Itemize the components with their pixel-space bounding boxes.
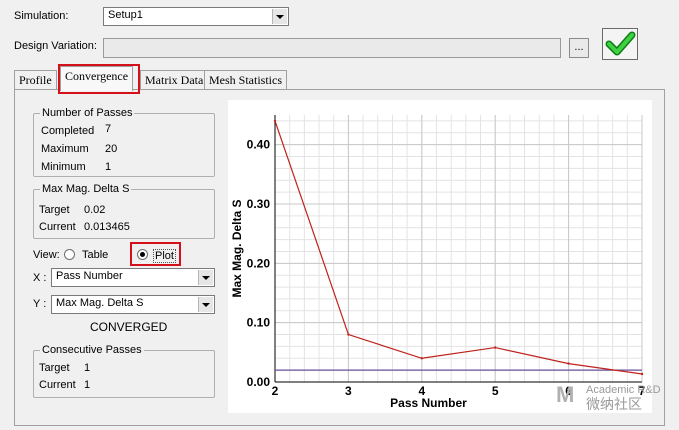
consecutive-passes-group: Consecutive Passes Target 1 Current 1: [33, 344, 215, 398]
y-axis-select[interactable]: Max Mag. Delta S: [51, 295, 215, 314]
x-axis-label: X :: [33, 272, 47, 284]
completed-value: 7: [105, 123, 112, 135]
y-axis-label: Y :: [33, 298, 47, 310]
target-label: Target: [39, 362, 70, 374]
y-tick-label: 0.00: [247, 375, 271, 389]
delta-s-group: Max Mag. Delta S Target 0.02 Current 0.0…: [33, 183, 215, 239]
chevron-down-icon[interactable]: [198, 270, 213, 285]
browse-button[interactable]: ...: [569, 38, 589, 58]
current-label: Current: [39, 379, 76, 391]
chevron-down-icon[interactable]: [198, 297, 213, 312]
convergence-plot: 2 3 4 5 6 7 0.00 0.10 0.20 0.30 0.40 Pass Number Max…: [228, 100, 652, 413]
tab-profile[interactable]: Profile: [14, 70, 57, 89]
y-axis-title: Max Mag. Delta S: [230, 199, 244, 297]
data-point: [640, 372, 644, 376]
maximum-label: Maximum: [41, 143, 89, 155]
data-point: [347, 333, 350, 336]
current-value: 0.013465: [84, 221, 130, 233]
current-label: Current: [39, 221, 76, 233]
simulation-select[interactable]: Setup1: [103, 7, 289, 26]
data-point: [494, 346, 497, 349]
y-tick-label: 0.20: [247, 256, 271, 270]
watermark-line2: 微纳社区: [586, 396, 642, 412]
checkmark-icon: [605, 31, 636, 56]
check-button[interactable]: [602, 28, 638, 60]
minimum-label: Minimum: [41, 161, 86, 173]
y-tick-label: 0.30: [247, 197, 271, 211]
convergence-status: CONVERGED: [90, 320, 168, 334]
plot-radio-label[interactable]: Plot: [153, 249, 176, 263]
tab-convergence[interactable]: Convergence: [60, 66, 134, 91]
watermark-logo: M: [556, 382, 575, 407]
tab-mesh-statistics[interactable]: Mesh Statistics: [204, 70, 288, 89]
group-title: Max Mag. Delta S: [40, 183, 132, 195]
group-title: Consecutive Passes: [40, 344, 144, 356]
data-point: [420, 357, 423, 360]
current-value: 1: [84, 379, 91, 391]
y-axis-value: Max Mag. Delta S: [56, 297, 144, 309]
x-axis-value: Pass Number: [56, 270, 123, 282]
tab-matrix-data[interactable]: Matrix Data: [140, 70, 209, 89]
x-tick-label: 5: [492, 384, 499, 398]
design-variation-field[interactable]: [103, 38, 561, 58]
x-tick-label: 3: [345, 384, 352, 398]
view-label: View:: [33, 249, 60, 261]
completed-label: Completed: [41, 125, 95, 137]
design-variation-label: Design Variation:: [14, 40, 97, 52]
data-point: [567, 362, 570, 365]
maximum-value: 20: [105, 143, 118, 155]
x-tick-label: 2: [272, 384, 279, 398]
table-radio-label[interactable]: Table: [82, 249, 108, 261]
series-line: [274, 120, 643, 375]
y-tick-label: 0.40: [247, 138, 271, 152]
data-point: [273, 119, 277, 123]
chevron-down-icon[interactable]: [272, 9, 287, 24]
target-value: 0.02: [84, 204, 106, 216]
target-label: Target: [39, 204, 70, 216]
x-axis-title: Pass Number: [390, 396, 467, 410]
y-tick-label: 0.10: [247, 316, 271, 330]
number-of-passes-group: Number of Passes Completed 7 Maximum 20 …: [33, 107, 215, 177]
group-title: Number of Passes: [40, 107, 135, 119]
simulation-value: Setup1: [108, 9, 143, 21]
target-value: 1: [84, 362, 91, 374]
minimum-value: 1: [105, 161, 112, 173]
plot-radio[interactable]: [137, 249, 148, 260]
simulation-label: Simulation:: [14, 10, 69, 22]
table-radio[interactable]: [64, 249, 75, 260]
convergence-chart: 2 3 4 5 6 70.000.100.200.300.40Pass NumberMax…: [230, 115, 646, 410]
x-axis-select[interactable]: Pass Number: [51, 268, 215, 287]
